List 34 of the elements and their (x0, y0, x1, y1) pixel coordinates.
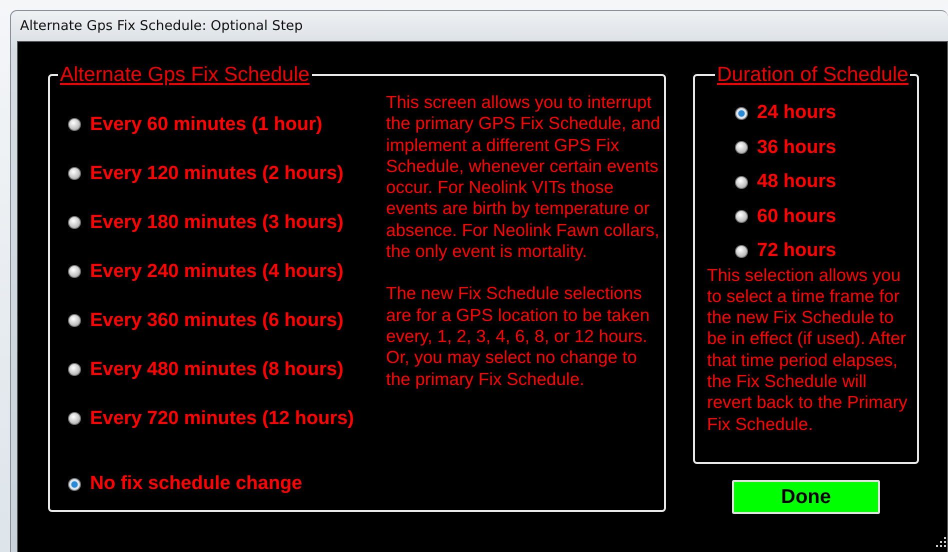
description-text: This selection allows you to select a time frame for the new Fix Schedule to be in effect (if used). After that time period elapses, the Fix Schedule will revert back to the Primary Fix Schedule. (707, 264, 908, 435)
option-label[interactable]: 24 hours (757, 102, 836, 124)
option-label[interactable]: 48 hours (757, 171, 836, 194)
option-label[interactable]: Every 480 minutes (8 hours) (90, 358, 344, 380)
option-label[interactable]: Every 240 minutes (4 hours) (90, 260, 344, 282)
radio-button[interactable] (68, 412, 81, 425)
radio-button[interactable] (68, 265, 81, 278)
description-text: The new Fix Schedule selections are for a GPS location to be taken every, 1, 2, 3, 4, 6, 8, or 12 hours. Or, you may select no change to the primary Fix Schedule. (386, 283, 651, 390)
resize-grip-icon[interactable] (935, 536, 947, 548)
radio-button[interactable] (735, 210, 748, 224)
done-button[interactable]: Done (732, 480, 880, 514)
option-label[interactable]: 60 hours (757, 206, 836, 228)
radio-button[interactable] (735, 176, 748, 189)
group-title: Duration of Schedule (716, 64, 910, 86)
window-title: Alternate Gps Fix Schedule: Optional Step (20, 18, 303, 34)
radio-button[interactable] (68, 216, 81, 229)
radio-button[interactable] (68, 167, 81, 180)
option-label[interactable]: 72 hours (757, 240, 836, 262)
option-label[interactable]: Every 120 minutes (2 hours) (90, 162, 344, 184)
option-label[interactable]: No fix schedule change (90, 473, 302, 495)
radio-button[interactable] (68, 118, 81, 131)
radio-button[interactable] (68, 314, 81, 327)
radio-button[interactable] (735, 244, 748, 258)
radio-button[interactable] (68, 363, 81, 376)
description-text: This screen allows you to interrupt the primary GPS Fix Schedule, and implement a different GPS Fix Schedule, whenever certain events occur. For Neolink VITs those events are birth by temperature or absence. For Neolink Fawn collars, the only event is mortality. (386, 92, 662, 262)
option-label[interactable]: Every 720 minutes (12 hours) (90, 408, 354, 430)
option-label[interactable]: Every 180 minutes (3 hours) (90, 212, 344, 234)
option-label[interactable]: Every 60 minutes (1 hour) (90, 114, 322, 136)
option-label[interactable]: Every 360 minutes (6 hours) (90, 310, 344, 332)
radio-button[interactable] (735, 141, 748, 154)
radio-button[interactable] (68, 478, 81, 490)
radio-button[interactable] (735, 106, 748, 120)
group-title: Alternate Gps Fix Schedule (59, 64, 311, 86)
option-label[interactable]: 36 hours (757, 136, 836, 159)
